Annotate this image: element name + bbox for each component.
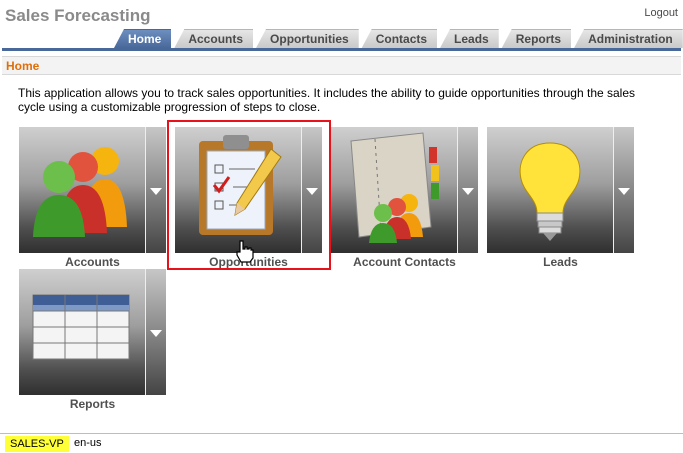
- logout-link[interactable]: Logout: [644, 7, 678, 19]
- tile-accounts: Accounts: [19, 127, 166, 275]
- tile-reports-image[interactable]: [19, 269, 166, 395]
- tile-leads-image[interactable]: [487, 127, 634, 253]
- tab-opportunities[interactable]: Opportunities: [256, 29, 359, 48]
- tab-contacts[interactable]: Contacts: [361, 29, 438, 48]
- light-bulb-icon: [519, 142, 581, 241]
- locale-label: en-us: [74, 437, 102, 449]
- tab-home[interactable]: Home: [114, 29, 172, 48]
- hand-cursor-icon: [236, 240, 254, 263]
- tile-account-contacts-menu-button[interactable]: [457, 127, 478, 253]
- tile-accounts-label[interactable]: Accounts: [19, 255, 166, 269]
- tile-accounts-menu-button[interactable]: [145, 127, 166, 253]
- people-group-icon: [33, 147, 127, 237]
- status-footer: SALES-VP en-us: [0, 433, 683, 453]
- chevron-down-icon: [150, 188, 162, 195]
- tab-leads[interactable]: Leads: [440, 29, 499, 48]
- tile-leads-menu-button[interactable]: [613, 127, 634, 253]
- tile-leads: Leads: [487, 127, 634, 275]
- tile-account-contacts-image[interactable]: [331, 127, 478, 253]
- current-user-badge: SALES-VP: [5, 436, 69, 452]
- tile-leads-label[interactable]: Leads: [487, 255, 634, 269]
- app-title: Sales Forecasting: [5, 6, 151, 25]
- tab-reports[interactable]: Reports: [501, 29, 572, 48]
- tile-account-contacts: Account Contacts: [331, 127, 478, 275]
- tab-rule: [2, 48, 681, 51]
- intro-text: This application allows you to track sal…: [18, 86, 636, 114]
- chevron-down-icon: [618, 188, 630, 195]
- address-book-icon: [350, 132, 439, 243]
- tile-reports-menu-button[interactable]: [145, 269, 166, 395]
- chevron-down-icon: [150, 330, 162, 337]
- tile-account-contacts-label[interactable]: Account Contacts: [331, 255, 478, 269]
- breadcrumb-bar: Home: [2, 56, 681, 75]
- table-icon: [32, 294, 130, 360]
- main-tabs: Home Accounts Opportunities Contacts Lea…: [114, 29, 683, 48]
- tile-reports: Reports: [19, 269, 166, 417]
- tab-administration[interactable]: Administration: [574, 29, 683, 48]
- breadcrumb: Home: [6, 59, 40, 73]
- tile-accounts-image[interactable]: [19, 127, 166, 253]
- chevron-down-icon: [462, 188, 474, 195]
- tab-accounts[interactable]: Accounts: [174, 29, 254, 48]
- tile-reports-label[interactable]: Reports: [19, 397, 166, 411]
